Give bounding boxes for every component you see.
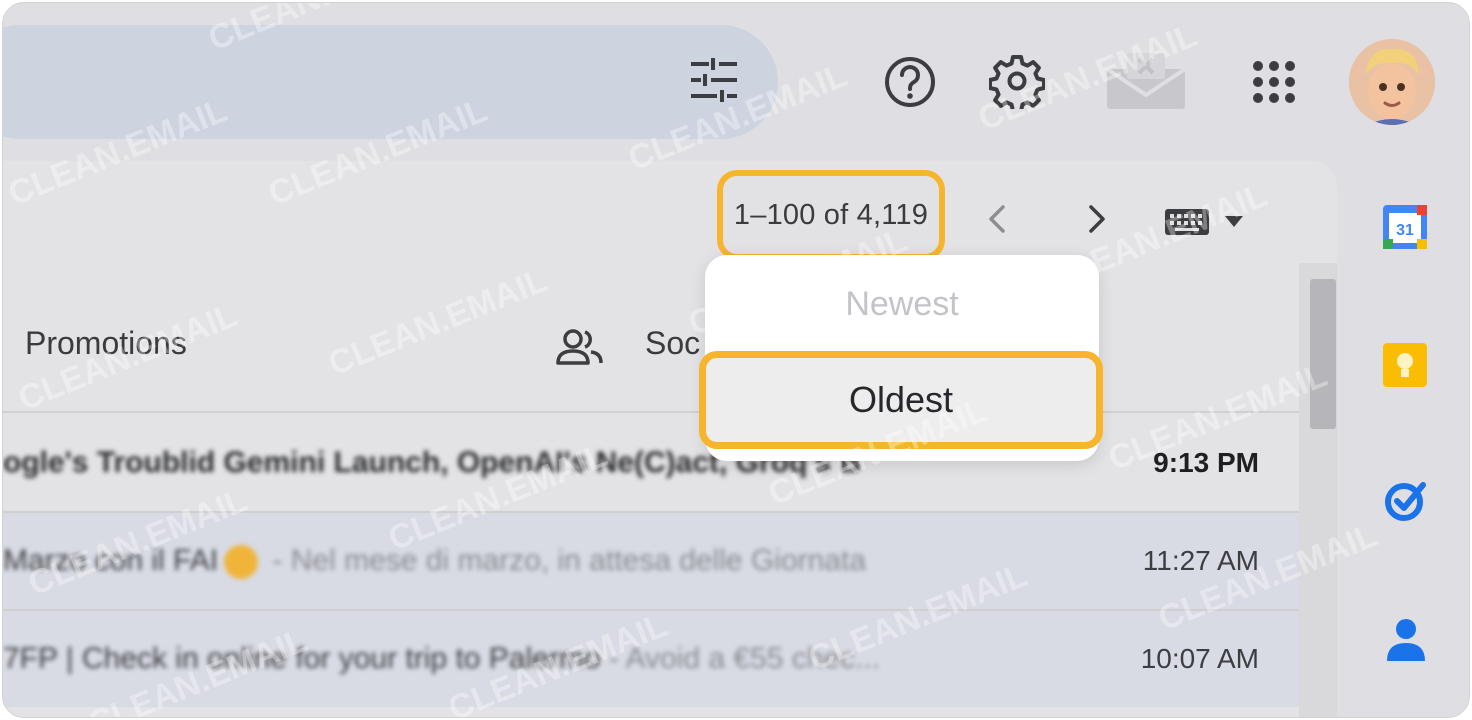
email-snippet: - Nel mese di marzo, in attesa delle Gio… bbox=[264, 544, 867, 577]
search-bar[interactable] bbox=[3, 25, 778, 139]
page-range-button[interactable]: 1–100 of 4,119 bbox=[717, 170, 945, 260]
help-icon[interactable] bbox=[883, 55, 937, 109]
gear-icon[interactable] bbox=[989, 53, 1045, 109]
email-time: 9:13 PM bbox=[1153, 447, 1259, 478]
apps-icon[interactable] bbox=[1251, 59, 1297, 105]
table-row[interactable]: Marzo con il FAI - Nel mese di marzo, in… bbox=[3, 513, 1299, 609]
chevron-right-icon[interactable] bbox=[1079, 199, 1113, 239]
keyboard-icon[interactable] bbox=[1163, 205, 1211, 237]
keep-icon[interactable] bbox=[1381, 339, 1429, 391]
email-subject: Marzo con il FAI bbox=[3, 544, 219, 577]
table-row[interactable]: ogle's Troublid Gemini Launch, OpenAI's … bbox=[3, 415, 1299, 511]
tune-icon[interactable] bbox=[689, 57, 739, 103]
contacts-icon[interactable] bbox=[1385, 617, 1427, 663]
menu-item-newest[interactable]: Newest bbox=[705, 285, 1099, 324]
calendar-day: 31 bbox=[1396, 222, 1414, 239]
email-snippet: - Avoid a €55 chec... bbox=[600, 642, 881, 675]
email-preview: Marzo con il FAI - Nel mese di marzo, in… bbox=[3, 513, 1023, 609]
tab-promotions[interactable]: Promotions bbox=[25, 325, 187, 362]
chevron-left-icon[interactable] bbox=[981, 199, 1015, 239]
email-subject: 7FP | Check in online for your trip to P… bbox=[3, 642, 601, 675]
scrollbar-thumb[interactable] bbox=[1310, 279, 1336, 429]
calendar-icon[interactable]: 31 bbox=[1381, 201, 1429, 253]
email-time: 11:27 AM bbox=[1142, 545, 1259, 576]
caret-down-icon[interactable] bbox=[1221, 211, 1247, 231]
emoji-icon bbox=[224, 545, 259, 580]
tab-social[interactable]: Soc bbox=[645, 325, 700, 362]
tasks-icon[interactable] bbox=[1383, 477, 1429, 523]
mail-icon[interactable] bbox=[1103, 51, 1189, 111]
sort-menu: Newest Oldest bbox=[699, 255, 1103, 461]
email-time: 10:07 AM bbox=[1140, 643, 1259, 674]
table-row[interactable]: 7FP | Check in online for your trip to P… bbox=[3, 611, 1299, 707]
divider bbox=[3, 411, 1299, 413]
people-icon bbox=[556, 329, 603, 365]
email-preview: 7FP | Check in online for your trip to P… bbox=[3, 611, 1023, 707]
app-window: 1–100 of 4,119 Promotions Soc ogle's Tro… bbox=[2, 2, 1470, 718]
menu-item-oldest[interactable]: Oldest bbox=[699, 351, 1103, 449]
avatar[interactable] bbox=[1349, 39, 1435, 125]
